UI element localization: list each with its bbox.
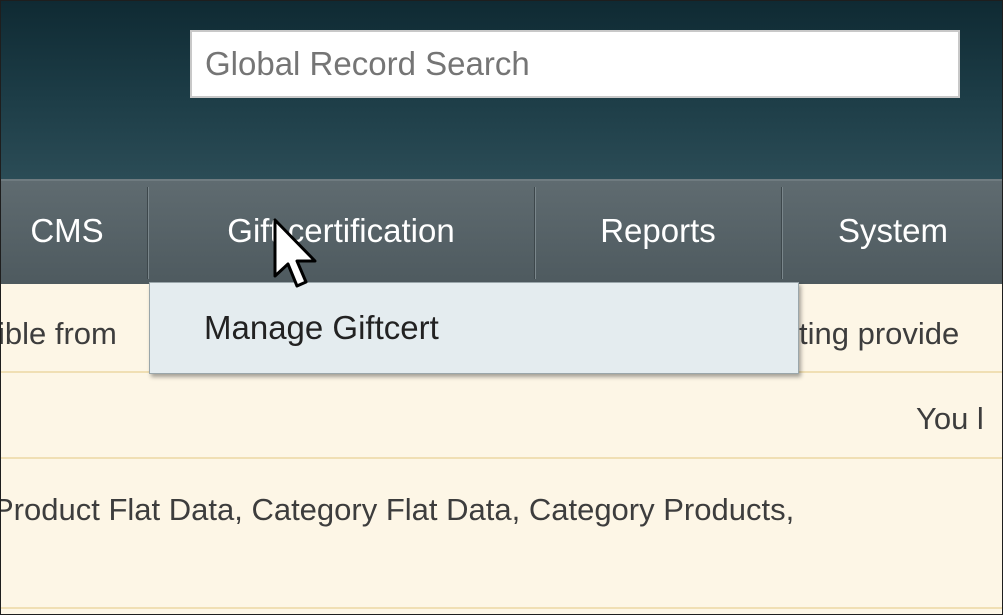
nav-item-reports[interactable]: Reports [536,181,780,284]
notification-text-right: ting provide [799,316,960,351]
mouse-pointer-icon [273,218,317,288]
nav-divider [147,187,148,279]
menu-item-manage-giftcert[interactable]: Manage Giftcert [204,309,439,347]
nav-item-system[interactable]: System [783,181,1002,284]
main-navigation: CMS Gift certification Reports System [1,179,1002,284]
admin-window: CMS Gift certification Reports System ib… [0,0,1003,615]
nav-item-gift-certification[interactable]: Gift certification [149,181,533,284]
admin-header [1,1,1002,179]
nav-divider [781,187,782,279]
nav-item-cms[interactable]: CMS [1,181,143,284]
notification-text-left: ible from [1,316,117,351]
gift-certification-dropdown-menu: Manage Giftcert [149,282,799,374]
nav-divider [534,187,535,279]
notification-row: Product Flat Data, Category Flat Data, C… [1,459,1002,609]
notification-row: You l [1,373,1002,459]
notification-text: You l [916,401,984,436]
global-search-input[interactable] [190,30,960,98]
index-management-message: Product Flat Data, Category Flat Data, C… [1,492,795,527]
